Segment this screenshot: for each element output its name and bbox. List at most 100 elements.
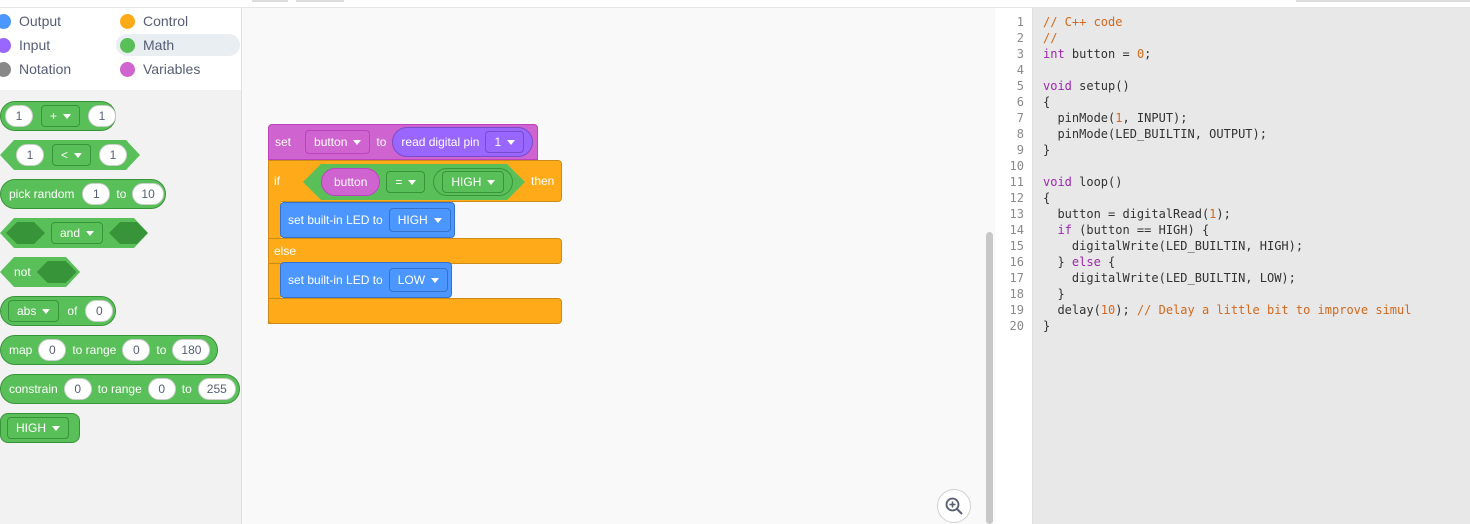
output-color-dot [0,13,11,29]
read-digital-pin-block[interactable]: read digital pin 1 [392,127,534,157]
chevron-down-icon [353,139,362,145]
and-left-slot[interactable] [6,222,45,244]
button-variable-reporter[interactable]: button [321,168,380,196]
add-right-input[interactable]: 1 [88,105,117,127]
line-number: 15 [1009,239,1024,253]
line-number: 11 [1009,175,1024,189]
and-operator-dropdown[interactable]: and [51,222,103,244]
line-number: 13 [1009,207,1024,221]
chevron-down-icon [42,308,51,314]
abs-operator-dropdown[interactable]: abs [8,300,60,322]
line-number: 12 [1009,191,1024,205]
code-editor[interactable]: 1 2 3 4 5 6 7 8 9 10 11 12 13 14 15 16 17 18 19 20 // C++ c… [995,8,1470,524]
constrain-value-input[interactable]: 0 [63,378,92,400]
line-number: 16 [1009,255,1024,269]
pick-random-label: pick random [9,187,75,201]
constrain-block[interactable]: constrain 0 to range 0 to 255 [0,374,240,404]
toolbar-tab[interactable] [252,0,288,2]
abs-value-input[interactable]: 0 [85,300,114,322]
compare-block[interactable]: 1 < 1 [0,140,140,170]
line-number: 3 [1016,47,1024,61]
chevron-down-icon [63,113,72,119]
code-line: void loop() [1043,175,1123,189]
abs-block[interactable]: abs of 0 [0,296,116,326]
map-block[interactable]: map 0 to range 0 to 180 [0,335,218,365]
category-output[interactable]: Output [0,10,106,32]
zoom-in-icon [945,497,963,515]
compare-operator-dropdown[interactable]: < [52,144,91,166]
constrain-to-input[interactable]: 255 [197,378,236,400]
top-toolbar-strip [0,0,1470,8]
set-label: set [275,135,292,149]
random-from-input[interactable]: 1 [82,183,111,205]
led-state-dropdown[interactable]: HIGH [388,208,451,232]
code-line: } else { [1043,255,1116,269]
map-to-input[interactable]: 180 [172,339,211,361]
set-led-high-block[interactable]: set built-in LED to HIGH [280,202,455,238]
random-to-label: to [116,187,127,201]
category-input[interactable]: Input [0,34,106,56]
line-number: 19 [1009,303,1024,317]
high-low-block[interactable]: HIGH [0,413,80,443]
notation-color-dot [0,61,11,77]
high-low-dropdown[interactable]: HIGH [7,417,69,439]
constrain-label: constrain [9,382,58,396]
high-value-reporter[interactable]: HIGH [433,168,513,196]
and-right-slot[interactable] [109,222,148,244]
code-line: delay(10); // Delay a little bit to impr… [1043,303,1412,317]
code-line: pinMode(LED_BUILTIN, OUTPUT); [1043,127,1267,141]
not-slot[interactable] [37,261,77,283]
chevron-down-icon [408,180,416,185]
workspace-scrollbar[interactable] [986,232,993,524]
line-number: 1 [1016,15,1024,29]
toolbar-tab[interactable] [296,0,344,2]
category-notation[interactable]: Notation [0,58,106,80]
line-number: 9 [1016,143,1024,157]
category-math[interactable]: Math [116,34,240,56]
pick-random-block[interactable]: pick random 1 to 10 [0,179,166,209]
category-variables[interactable]: Variables [118,58,228,80]
map-from-input[interactable]: 0 [122,339,151,361]
add-block[interactable]: 1 + 1 [0,101,117,131]
and-block[interactable]: and [0,218,148,248]
code-line: int button = 0; [1043,47,1152,61]
pin-dropdown[interactable]: 1 [485,131,525,153]
high-value-dropdown[interactable]: HIGH [442,171,504,193]
equals-condition-block[interactable]: button = HIGH [303,164,525,200]
code-line: // C++ code [1043,15,1123,29]
map-range-label: to range [72,343,117,357]
map-value-input[interactable]: 0 [38,339,67,361]
chevron-down-icon [74,153,82,158]
block-palette: Output Control Input Math Notation Varia… [0,8,242,524]
code-line: // [1043,31,1058,45]
chevron-down-icon [431,277,440,283]
equals-operator-dropdown[interactable]: = [386,171,425,193]
map-to-label: to [156,343,167,357]
set-led-low-block[interactable]: set built-in LED to LOW [280,262,452,298]
chevron-down-icon [507,139,516,145]
not-block[interactable]: not [0,257,80,287]
constrain-from-input[interactable]: 0 [147,378,176,400]
line-number: 2 [1016,31,1024,45]
code-line: { [1043,191,1051,205]
set-variable-block[interactable]: set button to read digital pin 1 [268,124,538,160]
zoom-in-button[interactable] [937,489,971,523]
else-label: else [274,244,297,258]
variables-color-dot [120,61,135,77]
line-number: 7 [1016,111,1024,125]
set-led-label: set built-in LED to [288,213,383,227]
chevron-down-icon [86,231,94,236]
compare-left-input[interactable]: 1 [16,144,44,166]
toolbar-tab[interactable] [1296,0,1470,2]
variable-dropdown[interactable]: button [305,130,371,154]
add-left-input[interactable]: 1 [5,105,33,127]
else-bar [268,238,562,264]
then-label: then [531,174,555,188]
random-to-input[interactable]: 10 [132,183,164,205]
constrain-range-label: to range [97,382,142,396]
category-control[interactable]: Control [118,10,228,32]
code-line: } [1043,143,1051,157]
led-state-dropdown[interactable]: LOW [388,268,449,292]
add-operator-dropdown[interactable]: + [41,105,81,127]
compare-right-input[interactable]: 1 [99,144,127,166]
